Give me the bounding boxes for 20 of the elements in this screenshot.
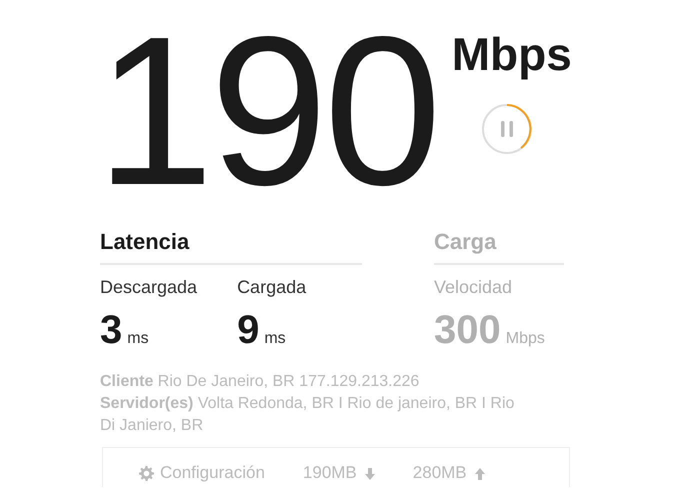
section-heading: Carga [434, 229, 564, 265]
settings-button[interactable]: Configuración [139, 463, 265, 483]
server-info: Cliente Rio De Janeiro, BR 177.129.213.226 Servidor(es) Volta Redonda, BR I Rio de janeiro, BR I Rio Di Janiero, BR [99, 372, 516, 436]
speed-value: 190 [96, 16, 438, 206]
metric-value: 3 [100, 308, 122, 352]
metric-label: Cargada [237, 277, 306, 298]
gear-icon [139, 466, 154, 480]
upload-arrow-icon [474, 468, 485, 483]
metric-value: 300 [434, 308, 501, 352]
metric-value: 9 [237, 308, 260, 352]
pause-button[interactable] [480, 102, 534, 156]
metric-label: Velocidad [434, 277, 514, 298]
metric-unit: ms [127, 330, 149, 347]
speed-unit: Mbps [452, 30, 572, 78]
upload-size: 280MB [412, 463, 467, 483]
metric-unit: Mbps [506, 330, 545, 347]
metric-unit: ms [264, 330, 286, 347]
download-size: 190MB [302, 463, 357, 483]
metric-label: Descargada [100, 277, 198, 298]
section-heading: Latencia [100, 229, 362, 265]
